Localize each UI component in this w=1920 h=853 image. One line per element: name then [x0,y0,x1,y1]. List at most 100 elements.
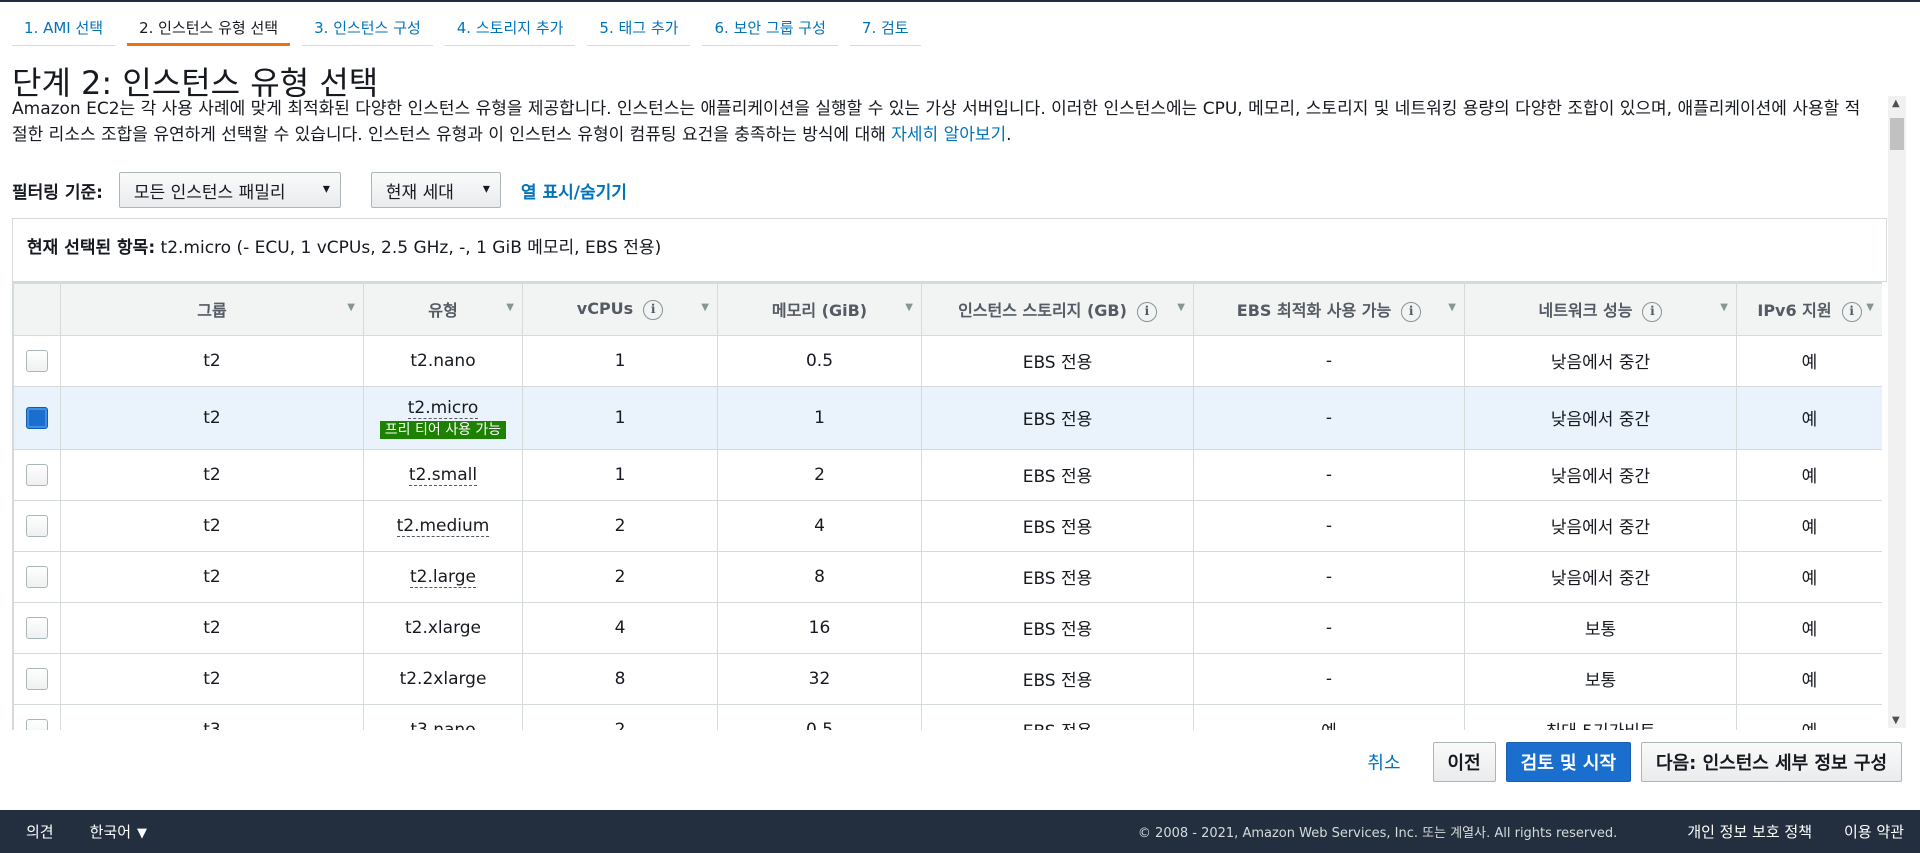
copyright-text: © 2008 - 2021, Amazon Web Services, Inc.… [1137,826,1618,841]
cell-network: 낮음에서 중간 [1464,550,1737,603]
row-checkbox-cell [13,703,61,730]
cell-ebs: - [1193,385,1465,450]
free-tier-badge: 프리 티어 사용 가능 [379,421,507,439]
wizard-tab-security-group[interactable]: 6. 보안 그룹 구성 [702,12,838,46]
instance-type-name[interactable]: t2.large [410,566,476,588]
language-label: 한국어 [89,823,132,841]
feedback-link[interactable]: 의견 [26,821,54,842]
cell-ebs: - [1193,652,1465,705]
sort-icon[interactable]: ▼ [506,302,514,313]
sort-icon[interactable]: ▼ [1866,302,1874,313]
cell-network: 낮음에서 중간 [1464,385,1737,450]
select-column-header [13,282,61,336]
cell-type: t2.medium [363,499,523,552]
table-row[interactable]: t3 t3.nano 2 0.5 EBS 전용 예 최대 5기가비트 예 [13,703,1882,730]
page-description: Amazon EC2는 각 사용 사례에 맞게 최적화된 다양한 인스턴스 유형… [12,96,1874,148]
cell-storage: EBS 전용 [921,334,1194,387]
info-icon[interactable]: i [643,299,664,320]
cell-group: t2 [60,652,364,705]
column-header-label: 그룹 [197,301,227,321]
row-checkbox[interactable] [26,718,48,730]
wizard-tab-add-tags[interactable]: 5. 태그 추가 [587,12,691,46]
cell-vcpus: 2 [522,499,718,552]
instance-type-name[interactable]: t2.small [408,464,478,486]
review-and-launch-button[interactable]: 검토 및 시작 [1505,742,1632,782]
cell-memory: 8 [717,550,922,603]
info-icon[interactable]: i [1841,301,1862,322]
chevron-down-icon: ▾ [322,181,330,197]
row-checkbox-checked[interactable] [26,406,48,429]
wizard-tab-configure-instance[interactable]: 3. 인스턴스 구성 [302,12,433,46]
cell-group: t2 [60,448,364,501]
scroll-up-arrow-icon[interactable]: ▲ [1892,98,1900,109]
sort-icon[interactable]: ▼ [905,302,913,313]
wizard-tab-instance-type[interactable]: 2. 인스턴스 유형 선택 [127,12,291,46]
table-row-selected[interactable]: t2 t2.micro 프리 티어 사용 가능 1 1 EBS 전용 - 낮음에… [13,385,1882,450]
scroll-down-arrow-icon[interactable]: ▼ [1892,715,1900,726]
sort-icon[interactable]: ▼ [1177,302,1185,313]
footer: 의견 한국어 ▼ © 2008 - 2021, Amazon Web Servic… [0,810,1920,853]
table-row[interactable]: t2 t2.2xlarge 8 32 EBS 전용 - 보통 예 [13,652,1882,705]
column-header-network[interactable]: 네트워크 성능 i ▼ [1464,282,1737,336]
cell-ebs: - [1193,499,1465,552]
privacy-policy-link[interactable]: 개인 정보 보호 정책 [1687,821,1812,842]
column-header-vcpus[interactable]: vCPUs i ▼ [522,282,718,336]
instance-type-name[interactable]: t2.micro [407,398,479,419]
previous-button[interactable]: 이전 [1432,742,1496,782]
row-checkbox[interactable] [26,565,48,588]
info-icon[interactable]: i [1136,301,1157,322]
column-header-group[interactable]: 그룹 ▼ [60,282,364,336]
learn-more-link[interactable]: 자세히 알아보기 [891,125,1006,145]
row-checkbox[interactable] [26,667,48,690]
cell-vcpus: 1 [522,448,718,501]
sort-icon[interactable]: ▼ [1720,302,1728,313]
table-row[interactable]: t2 t2.xlarge 4 16 EBS 전용 - 보통 예 [13,601,1882,654]
table-row[interactable]: t2 t2.small 1 2 EBS 전용 - 낮음에서 중간 예 [13,448,1882,501]
cancel-button[interactable]: 취소 [1367,749,1400,775]
cell-group: t3 [60,703,364,730]
row-checkbox[interactable] [26,463,48,486]
table-row[interactable]: t2 t2.large 2 8 EBS 전용 - 낮음에서 중간 예 [13,550,1882,603]
cell-memory: 32 [717,652,922,705]
cell-vcpus: 2 [522,550,718,603]
show-hide-columns-link[interactable]: 열 표시/숨기기 [521,178,627,203]
info-icon[interactable]: i [1401,301,1422,322]
next-configure-instance-button[interactable]: 다음: 인스턴스 세부 정보 구성 [1641,742,1902,782]
table-row[interactable]: t2 t2.medium 2 4 EBS 전용 - 낮음에서 중간 예 [13,499,1882,552]
cell-storage: EBS 전용 [921,385,1194,450]
column-header-storage[interactable]: 인스턴스 스토리지 (GB) i ▼ [921,282,1194,336]
column-header-label: 메모리 (GiB) [771,301,868,321]
instance-type-name[interactable]: t2.medium [396,515,490,537]
sort-icon[interactable]: ▼ [701,302,709,313]
vertical-scrollbar[interactable]: ▲ ▼ [1888,96,1906,728]
row-checkbox-cell [13,652,61,705]
generation-select[interactable]: 현재 세대 ▾ [370,172,501,208]
cell-type: t2.large [363,550,523,603]
instance-type-name[interactable]: t3.nano [410,719,476,730]
cell-storage: EBS 전용 [921,550,1194,603]
instance-type-table: 그룹 ▼ 유형 ▼ vCPUs i ▼ 메모리 (GiB) ▼ 인스턴스 스토리지 (GB… [12,282,1882,730]
filter-row: 필터링 기준: 모든 인스턴스 패밀리 ▾ 현재 세대 ▾ 열 표시/숨기기 [12,172,627,208]
terms-link[interactable]: 이용 약관 [1844,821,1904,842]
scrollbar-thumb[interactable] [1890,118,1904,150]
row-checkbox[interactable] [26,616,48,639]
cell-network: 최대 5기가비트 [1464,703,1737,730]
language-selector[interactable]: 한국어 ▼ [90,821,147,842]
wizard-tab-ami[interactable]: 1. AMI 선택 [12,12,116,46]
cell-memory: 1 [717,385,922,450]
wizard-tab-review[interactable]: 7. 검토 [849,12,921,46]
sort-icon[interactable]: ▼ [1448,302,1456,313]
sort-icon[interactable]: ▼ [347,302,355,313]
row-checkbox[interactable] [26,349,48,372]
cell-ipv6: 예 [1736,385,1882,450]
row-checkbox[interactable] [26,514,48,537]
cell-vcpus: 1 [522,385,718,450]
info-icon[interactable]: i [1642,301,1663,322]
instance-family-select[interactable]: 모든 인스턴스 패밀리 ▾ [118,172,341,208]
wizard-tab-add-storage[interactable]: 4. 스토리지 추가 [444,12,576,46]
column-header-memory[interactable]: 메모리 (GiB) ▼ [717,282,922,336]
table-row[interactable]: t2 t2.nano 1 0.5 EBS 전용 - 낮음에서 중간 예 [13,334,1882,387]
column-header-ipv6[interactable]: IPv6 지원 i ▼ [1736,282,1882,336]
column-header-type[interactable]: 유형 ▼ [363,282,523,336]
column-header-ebs[interactable]: EBS 최적화 사용 가능 i ▼ [1193,282,1465,336]
